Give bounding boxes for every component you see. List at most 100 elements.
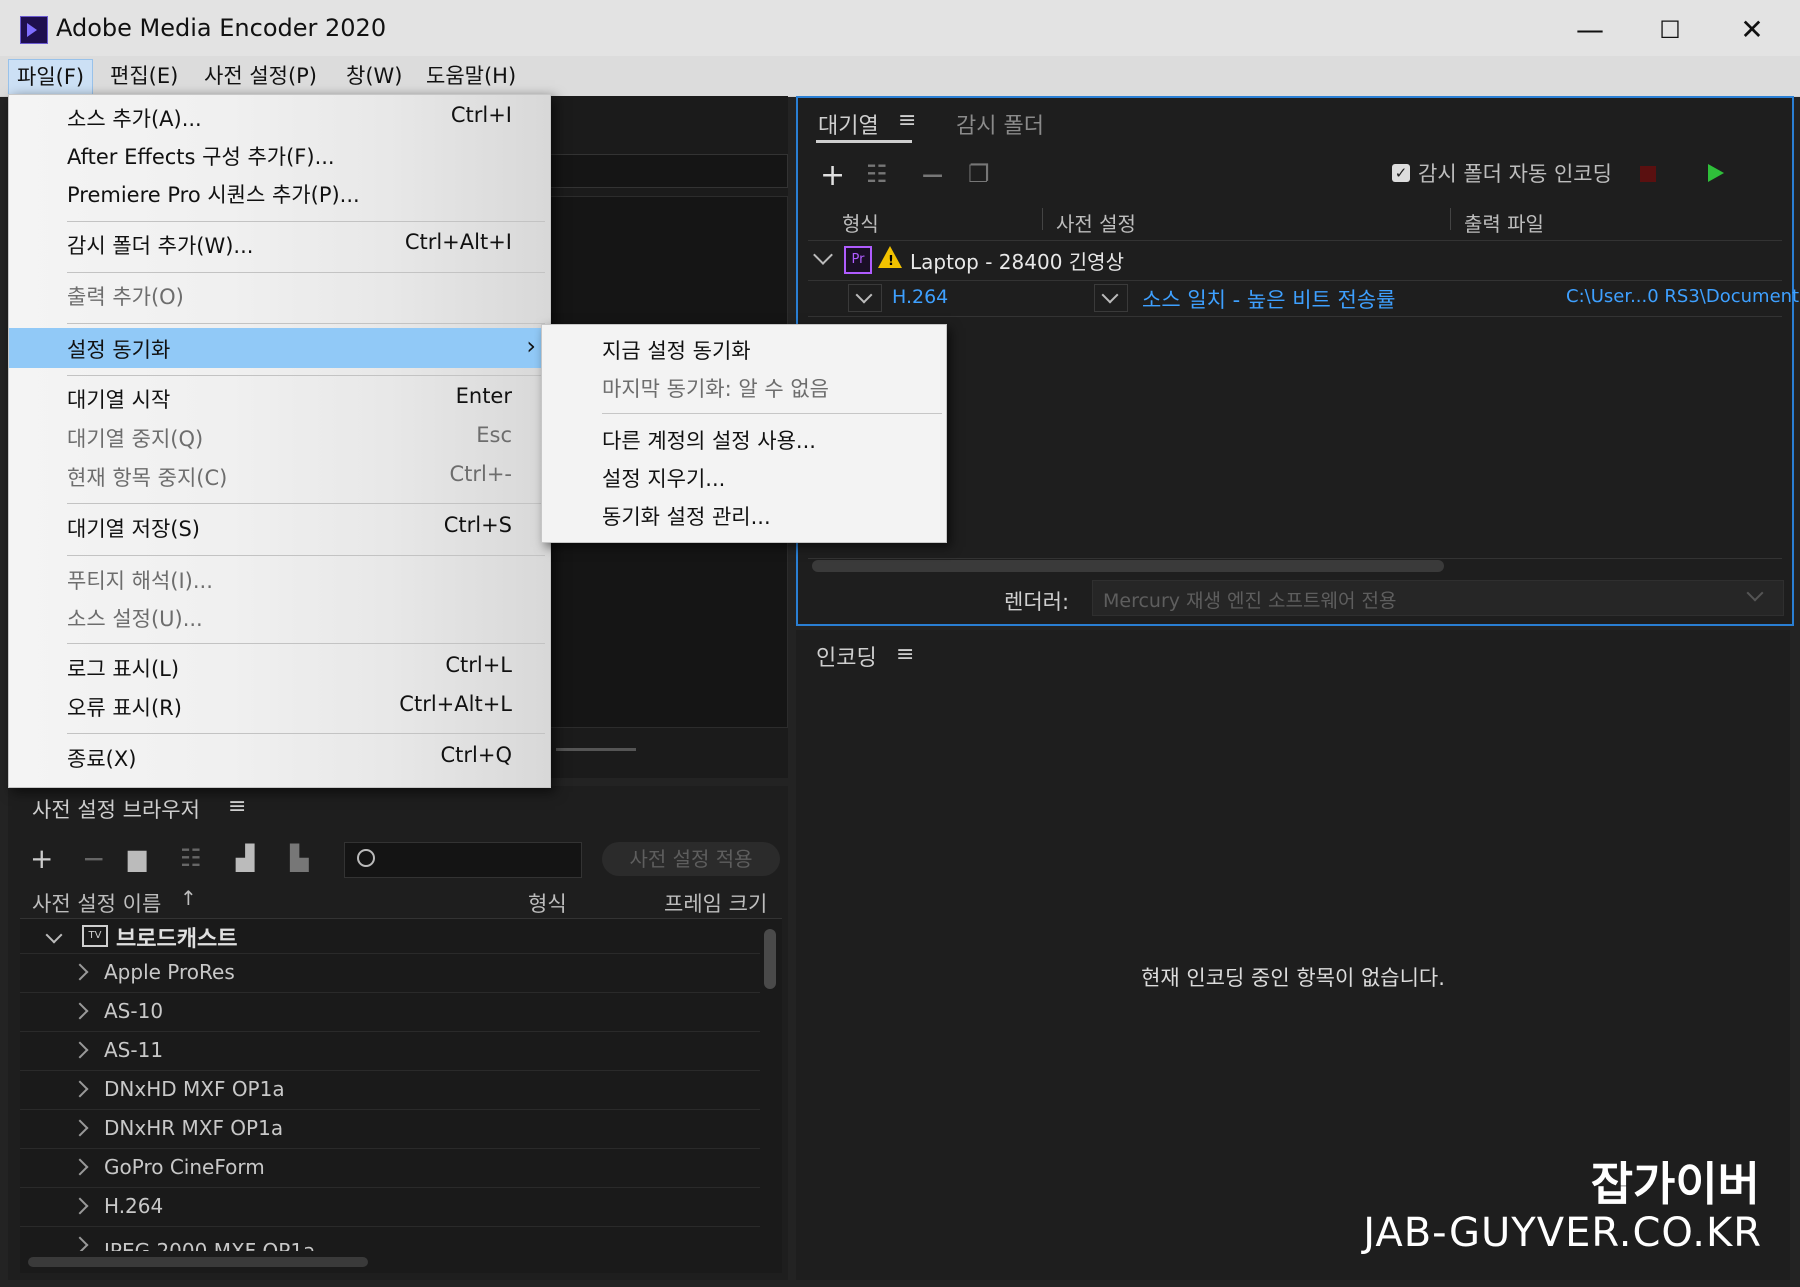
submenu-item-sync-now[interactable]: 지금 설정 동기화 bbox=[542, 331, 946, 367]
encoding-empty-message: 현재 인코딩 중인 항목이 없습니다. bbox=[1141, 966, 1445, 990]
list-item[interactable]: JPEG 2000 MXF OP1a bbox=[20, 1227, 760, 1251]
chevron-down-icon[interactable] bbox=[45, 926, 63, 944]
renderer-select[interactable]: Mercury 재생 엔진 소프트웨어 전용 bbox=[1092, 580, 1784, 616]
preset-settings-icon[interactable]: ☷ bbox=[180, 844, 202, 872]
col-output[interactable]: 출력 파일 bbox=[1464, 208, 1544, 237]
list-item[interactable]: AS-11 bbox=[20, 1032, 760, 1071]
auto-encode-checkbox[interactable]: ✓ bbox=[1392, 164, 1410, 182]
menu-item-show-log[interactable]: 로그 표시(L) Ctrl+L bbox=[9, 649, 550, 685]
list-item[interactable]: GoPro CineForm bbox=[20, 1149, 760, 1188]
menu-item-save-queue[interactable]: 대기열 저장(S) Ctrl+S bbox=[9, 509, 550, 545]
menu-presets[interactable]: 사전 설정(P) bbox=[196, 59, 325, 93]
remove-icon[interactable]: − bbox=[920, 158, 945, 193]
col-frame-size[interactable]: 프레임 크기 bbox=[664, 888, 767, 918]
preset-settings-icon[interactable]: ☷ bbox=[866, 160, 888, 188]
preset-item-label: JPEG 2000 MXF OP1a bbox=[104, 1239, 316, 1251]
submenu-item-last-sync: 마지막 동기화: 알 수 없음 bbox=[542, 369, 946, 405]
preset-browser-menu-icon[interactable]: ≡ bbox=[228, 794, 246, 819]
chevron-right-icon bbox=[71, 1041, 89, 1059]
maximize-button[interactable]: ☐ bbox=[1640, 10, 1700, 50]
new-group-icon[interactable]: ▆ bbox=[128, 844, 146, 872]
menu-help[interactable]: 도움말(H) bbox=[418, 59, 524, 93]
menu-edit[interactable]: 편집(E) bbox=[102, 59, 186, 93]
menu-item-show-errors[interactable]: 오류 표시(R) Ctrl+Alt+L bbox=[9, 688, 550, 724]
queue-horizontal-scrollbar[interactable] bbox=[812, 560, 1444, 572]
menu-item-add-output[interactable]: 출력 추가(O) bbox=[9, 277, 550, 313]
menu-item-add-after-effects[interactable]: After Effects 구성 추가(F)... bbox=[9, 137, 550, 173]
list-bottom-border bbox=[808, 558, 1782, 559]
submenu-item-label: 동기화 설정 관리... bbox=[602, 505, 771, 529]
sort-ascending-icon[interactable]: ↑ bbox=[180, 886, 197, 910]
tab-encoding[interactable]: 인코딩 bbox=[816, 640, 877, 672]
menu-file[interactable]: 파일(F) bbox=[8, 59, 94, 95]
row-separator bbox=[808, 280, 1782, 281]
menu-item-label: Premiere Pro 시퀀스 추가(P)... bbox=[67, 183, 360, 207]
chevron-down-icon[interactable] bbox=[813, 245, 833, 265]
submenu-item-use-other-account[interactable]: 다른 계정의 설정 사용... bbox=[542, 421, 946, 457]
new-preset-icon[interactable]: + bbox=[30, 842, 53, 875]
renderer-label: 렌더러: bbox=[1004, 590, 1070, 614]
menu-item-add-source[interactable]: 소스 추가(A)... Ctrl+I bbox=[9, 99, 550, 135]
tab-queue-underline bbox=[816, 140, 912, 143]
preset-item-label: AS-11 bbox=[104, 1038, 164, 1062]
list-item[interactable]: Apple ProRes bbox=[20, 954, 760, 993]
output-preset-link[interactable]: 소스 일치 - 높은 비트 전송률 bbox=[1142, 284, 1395, 314]
menu-item-shortcut: Ctrl+I bbox=[450, 103, 512, 127]
menu-separator bbox=[602, 413, 942, 414]
menu-item-add-watch-folder[interactable]: 감시 폴더 추가(W)... Ctrl+Alt+I bbox=[9, 226, 550, 262]
preset-vertical-scrollbar[interactable] bbox=[764, 929, 776, 989]
menu-item-label: 감시 폴더 추가(W)... bbox=[67, 234, 254, 258]
menu-item-sync-settings[interactable]: 설정 동기화 › bbox=[9, 328, 550, 368]
preset-horizontal-scrollbar[interactable] bbox=[28, 1257, 368, 1267]
submenu-item-clear-settings[interactable]: 설정 지우기... bbox=[542, 459, 946, 495]
list-item[interactable]: DNxHR MXF OP1a bbox=[20, 1110, 760, 1149]
menu-item-exit[interactable]: 종료(X) Ctrl+Q bbox=[9, 739, 550, 775]
output-file-link[interactable]: C:\User...0 RS3\Documents bbox=[1566, 286, 1800, 307]
queue-panel-menu-icon[interactable]: ≡ bbox=[898, 108, 916, 133]
list-item[interactable]: DNxHD MXF OP1a bbox=[20, 1071, 760, 1110]
menu-separator bbox=[67, 733, 545, 734]
import-preset-icon[interactable]: ▟ bbox=[236, 844, 254, 872]
col-preset-format[interactable]: 형식 bbox=[528, 888, 567, 918]
add-source-icon[interactable]: + bbox=[820, 158, 845, 193]
submenu-item-label: 마지막 동기화: 알 수 없음 bbox=[602, 377, 829, 401]
chevron-right-icon bbox=[71, 1158, 89, 1176]
menu-item-label: 출력 추가(O) bbox=[67, 285, 184, 309]
menu-item-source-settings[interactable]: 소스 설정(U)... bbox=[9, 599, 550, 635]
menu-item-stop-current[interactable]: 현재 항목 중지(C) Ctrl+- bbox=[9, 458, 550, 494]
menu-item-start-queue[interactable]: 대기열 시작 Enter bbox=[9, 380, 550, 416]
submenu-item-manage-sync[interactable]: 동기화 설정 관리... bbox=[542, 497, 946, 533]
menu-item-stop-queue[interactable]: 대기열 중지(Q) Esc bbox=[9, 419, 550, 455]
media-browser-scrollbar[interactable] bbox=[556, 748, 636, 751]
output-format-link[interactable]: H.264 bbox=[892, 286, 948, 308]
start-queue-icon[interactable] bbox=[1708, 164, 1724, 182]
duplicate-icon[interactable]: ❐ bbox=[968, 160, 990, 188]
menu-item-interpret-footage[interactable]: 푸티지 해석(I)... bbox=[9, 561, 550, 597]
menu-item-add-premiere-sequence[interactable]: Premiere Pro 시퀀스 추가(P)... bbox=[9, 175, 550, 211]
encoding-panel-menu-icon[interactable]: ≡ bbox=[896, 642, 914, 667]
export-preset-icon[interactable]: ▙ bbox=[290, 844, 308, 872]
preset-browser-title[interactable]: 사전 설정 브라우저 bbox=[32, 794, 200, 824]
menu-window[interactable]: 창(W) bbox=[338, 59, 410, 93]
stop-queue-icon[interactable] bbox=[1640, 166, 1656, 182]
preset-dropdown[interactable] bbox=[1094, 284, 1128, 312]
col-format[interactable]: 형식 bbox=[842, 208, 879, 237]
menu-item-label: 로그 표시(L) bbox=[67, 657, 180, 681]
apply-preset-button[interactable]: 사전 설정 적용 bbox=[602, 842, 780, 876]
preset-item-label: DNxHD MXF OP1a bbox=[104, 1077, 285, 1101]
col-preset[interactable]: 사전 설정 bbox=[1056, 208, 1136, 237]
format-dropdown[interactable] bbox=[848, 284, 882, 312]
menu-separator bbox=[67, 503, 545, 504]
tab-watch-folders[interactable]: 감시 폴더 bbox=[956, 108, 1044, 140]
list-item[interactable]: AS-10 bbox=[20, 993, 760, 1032]
remove-preset-icon[interactable]: − bbox=[82, 842, 105, 875]
minimize-button[interactable]: — bbox=[1560, 10, 1620, 50]
media-browser-search[interactable] bbox=[548, 154, 788, 188]
queue-item-name[interactable]: Laptop - 28400 긴영상 bbox=[910, 246, 1124, 275]
tab-queue[interactable]: 대기열 bbox=[818, 108, 879, 140]
preset-group-broadcast[interactable]: 브로드캐스트 bbox=[116, 921, 237, 953]
list-item[interactable]: H.264 bbox=[20, 1188, 760, 1227]
preset-search-input[interactable] bbox=[344, 842, 582, 878]
close-button[interactable]: ✕ bbox=[1722, 10, 1782, 50]
col-preset-name[interactable]: 사전 설정 이름 bbox=[32, 888, 161, 918]
